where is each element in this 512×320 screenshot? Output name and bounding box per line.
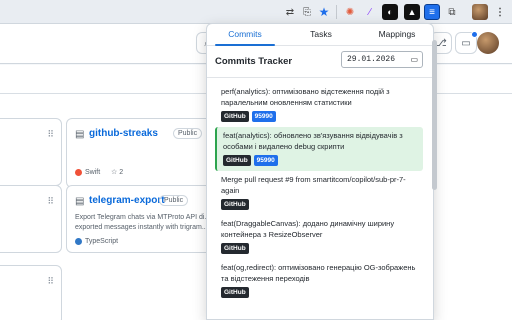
repo-card[interactable]: ⠿ AI	[0, 118, 62, 186]
task-number-badge[interactable]: 95990	[251, 111, 276, 122]
translate-icon[interactable]: ⇄	[282, 4, 298, 20]
commit-message: Merge pull request #9 from smartitcom/co…	[221, 175, 406, 195]
repo-icon: ▤	[75, 196, 85, 207]
popup-tabs: Commits Tasks Mappings	[207, 24, 433, 46]
repo-card[interactable]: ⠿	[0, 185, 62, 253]
commits-tracker-extension-icon[interactable]: ≡	[424, 4, 440, 20]
drag-handle-icon[interactable]: ⠿	[47, 196, 54, 207]
source-badge: GitHub	[221, 287, 249, 298]
repo-description: Export Telegram chats via MTProto API di…	[75, 214, 211, 231]
commit-message: feat(og,redirect): оптимізовано генераці…	[221, 263, 416, 283]
language-color-dot	[75, 238, 82, 245]
visibility-badge: Public	[159, 195, 189, 206]
repo-language: Swift	[75, 169, 100, 176]
date-input[interactable]: 29.01.2026 ▭	[341, 51, 423, 68]
profile-avatar[interactable]	[472, 4, 488, 20]
commit-item[interactable]: feat(DraggableCanvas): додано динамічну …	[215, 215, 423, 259]
puzzle-icon[interactable]: ⧉	[444, 4, 460, 20]
task-number-badge[interactable]: 95990	[253, 155, 278, 166]
drag-handle-icon[interactable]: ⠿	[47, 129, 54, 140]
commits-tracker-popup: Commits Tasks Mappings Commits Tracker 2…	[206, 23, 434, 320]
avatar[interactable]	[477, 32, 499, 54]
extension-icon[interactable]: ▲	[404, 4, 420, 20]
menu-icon[interactable]: ⋮	[492, 4, 508, 20]
commit-list: perf(analytics): оптимізовано відстеженн…	[215, 83, 423, 303]
commit-message: perf(analytics): оптимізовано відстеженн…	[221, 87, 390, 107]
repo-card[interactable]: ⠿	[0, 265, 62, 320]
visibility-badge: Public	[173, 128, 203, 139]
commit-item[interactable]: feat(og,redirect): оптимізовано генераці…	[215, 259, 423, 303]
tab-mappings[interactable]: Mappings	[359, 24, 433, 46]
repo-card[interactable]: ▤ telegram-export Public Export Telegram…	[66, 185, 226, 253]
notification-dot	[471, 31, 478, 38]
commit-item[interactable]: feat(analytics): обновлено зв'язування в…	[215, 127, 423, 171]
source-badge: GitHub	[221, 111, 249, 122]
active-tab-indicator	[215, 44, 275, 46]
commit-message: feat(DraggableCanvas): додано динамічну …	[221, 219, 395, 239]
repo-icon: ▤	[75, 129, 85, 140]
divider	[207, 77, 433, 78]
source-badge: GitHub	[221, 243, 249, 254]
tab-tasks[interactable]: Tasks	[283, 24, 359, 46]
extension-icon[interactable]: ✺	[342, 4, 358, 20]
repo-language: TypeScript	[75, 238, 118, 245]
repo-name[interactable]: github-streaks	[89, 128, 158, 139]
drag-handle-icon[interactable]: ⠿	[47, 276, 54, 287]
repo-name[interactable]: telegram-export	[89, 195, 165, 206]
page-scrollbar[interactable]	[432, 40, 437, 190]
share-icon[interactable]: ⎘	[299, 4, 315, 20]
language-label: Swift	[85, 169, 101, 176]
commit-item[interactable]: perf(analytics): оптимізовано відстеженн…	[215, 83, 423, 127]
source-badge: GitHub	[223, 155, 251, 166]
commit-message: feat(analytics): обновлено зв'язування в…	[223, 131, 403, 151]
commit-item[interactable]: Merge pull request #9 from smartitcom/co…	[215, 171, 423, 215]
toolbar-divider	[336, 5, 337, 19]
star-icon[interactable]: ★	[316, 4, 332, 20]
stars-count: 2	[119, 169, 124, 176]
source-badge: GitHub	[221, 199, 249, 210]
browser-toolbar: ⇄ ⎘ ★ ✺ ∕ ◐ ▲ ≡ ⧉ ⋮	[0, 0, 512, 24]
tab-commits[interactable]: Commits	[207, 24, 283, 46]
language-color-dot	[75, 169, 82, 176]
repo-stars[interactable]: ☆ 2	[111, 168, 123, 176]
calendar-icon[interactable]: ▭	[410, 52, 418, 67]
inbox-icon[interactable]: ▭	[455, 31, 478, 54]
date-value: 29.01.2026	[347, 55, 396, 64]
extension-icon[interactable]: ∕	[362, 4, 378, 20]
language-label: TypeScript	[85, 238, 119, 245]
repo-card[interactable]: ▤ github-streaks Public Swift ☆ 2	[66, 118, 226, 188]
popup-title: Commits Tracker	[215, 56, 293, 67]
extension-icon[interactable]: ◐	[382, 4, 398, 20]
